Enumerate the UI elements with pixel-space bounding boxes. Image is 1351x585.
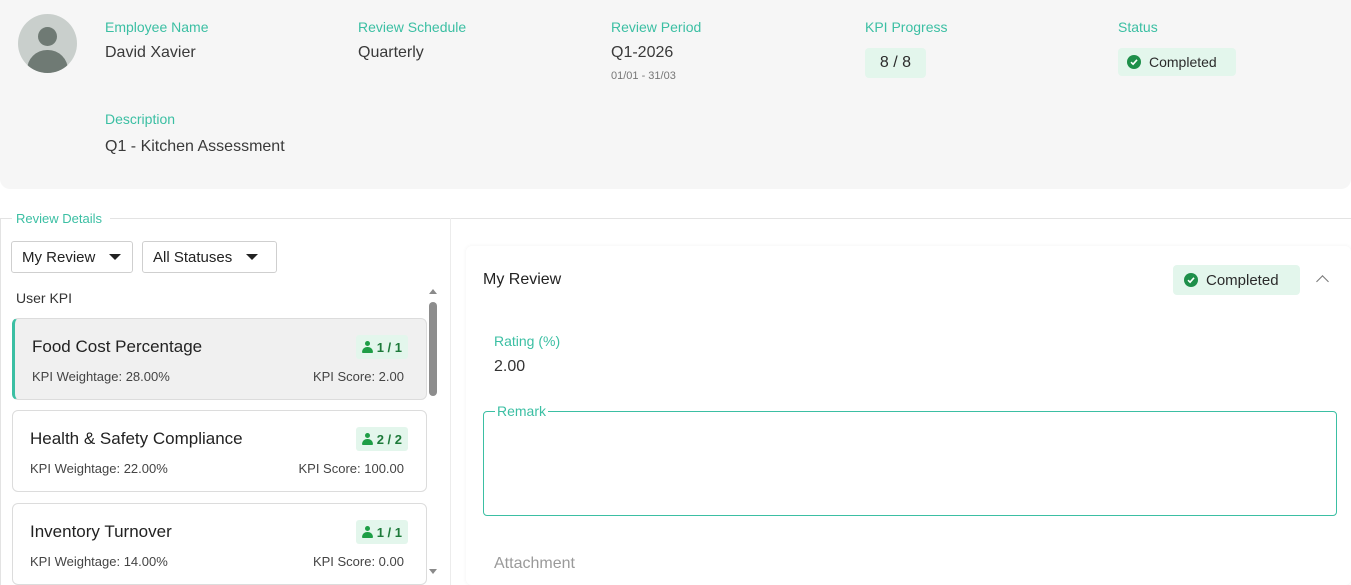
- review-period-label: Review Period: [611, 19, 702, 35]
- kpi-reviewer-badge: 1 / 1: [355, 335, 408, 359]
- kpi-weightage: KPI Weightage: 14.00%: [30, 554, 168, 569]
- rating-value: 2.00: [494, 358, 526, 375]
- kpi-name: Inventory Turnover: [30, 522, 172, 541]
- status-field: Status: [1118, 18, 1158, 36]
- remark-label: Remark: [495, 403, 549, 419]
- kpi-badge-count: 1 / 1: [376, 524, 402, 540]
- status-value: Completed: [1149, 54, 1217, 70]
- status-filter-dropdown[interactable]: All Statuses: [142, 241, 277, 273]
- review-header: Employee Name David Xavier Review Schedu…: [0, 0, 1351, 189]
- review-details-border: [0, 218, 12, 219]
- kpi-score: KPI Score: 2.00: [312, 369, 404, 384]
- kpi-weightage: KPI Weightage: 28.00%: [32, 369, 170, 384]
- scroll-up-arrow-icon[interactable]: [429, 289, 437, 294]
- kpi-reviewer-badge: 1 / 1: [355, 520, 408, 544]
- user-icon: [361, 433, 373, 445]
- kpi-card-inventory-turnover[interactable]: Inventory Turnover 1 / 1 KPI Weightage: …: [12, 503, 427, 585]
- review-filter-value: My Review: [22, 248, 96, 266]
- check-circle-icon: [1127, 55, 1141, 69]
- review-schedule-field: Review Schedule Quarterly: [358, 18, 466, 64]
- kpi-weightage: KPI Weightage: 22.00%: [30, 461, 168, 476]
- kpi-progress-field: KPI Progress: [865, 18, 947, 36]
- kpi-score: KPI Score: 100.00: [298, 461, 404, 476]
- remark-field[interactable]: [483, 411, 1337, 516]
- review-filter-dropdown[interactable]: My Review: [11, 241, 133, 273]
- my-review-status: Completed: [1206, 271, 1279, 289]
- review-period: Q1-2026: [611, 44, 674, 61]
- my-review-title: My Review: [483, 271, 562, 288]
- kpi-name: Food Cost Percentage: [32, 337, 203, 356]
- user-icon: [361, 341, 373, 353]
- review-schedule-label: Review Schedule: [358, 19, 467, 35]
- status-badge: Completed: [1118, 48, 1236, 76]
- scroll-down-arrow-icon[interactable]: [429, 569, 437, 574]
- caret-down-icon: [109, 254, 122, 260]
- employee-name-field: Employee Name David Xavier: [105, 18, 209, 64]
- review-details-border: [0, 218, 1, 585]
- kpi-name: Health & Safety Compliance: [30, 429, 243, 448]
- description-value: Q1 - Kitchen Assessment: [105, 138, 285, 155]
- status-label: Status: [1118, 19, 1158, 35]
- status-filter-value: All Statuses: [153, 248, 233, 266]
- review-period-field: Review Period Q1-2026 01/01 - 31/03: [611, 18, 701, 82]
- kpi-progress-label: KPI Progress: [865, 19, 948, 35]
- employee-name: David Xavier: [105, 44, 196, 61]
- review-schedule: Quarterly: [358, 44, 424, 61]
- review-period-range: 01/01 - 31/03: [611, 70, 676, 82]
- user-kpi-heading: User KPI: [16, 290, 73, 306]
- kpi-progress-badge: 8 / 8: [865, 48, 926, 78]
- my-review-status-badge: Completed: [1173, 265, 1300, 295]
- review-details-legend: Review Details: [14, 211, 104, 226]
- kpi-progress-value: 8 / 8: [879, 54, 912, 71]
- kpi-reviewer-badge: 2 / 2: [355, 427, 408, 451]
- employee-name-label: Employee Name: [105, 19, 209, 35]
- user-icon: [361, 526, 373, 538]
- description-label: Description: [105, 111, 176, 127]
- caret-down-icon: [246, 254, 259, 260]
- scrollbar-thumb[interactable]: [429, 302, 437, 396]
- check-circle-icon: [1184, 273, 1198, 287]
- kpi-badge-count: 2 / 2: [376, 431, 402, 447]
- attachment-label: Attachment: [494, 555, 575, 572]
- kpi-card-health-safety[interactable]: Health & Safety Compliance 2 / 2 KPI Wei…: [12, 410, 427, 492]
- review-details-border: [110, 218, 1351, 219]
- kpi-badge-count: 1 / 1: [376, 339, 402, 355]
- panel-divider: [450, 218, 451, 585]
- rating-label: Rating (%): [494, 333, 561, 349]
- description-field: Description Q1 - Kitchen Assessment: [105, 110, 285, 158]
- avatar: [18, 14, 77, 73]
- kpi-score: KPI Score: 0.00: [312, 554, 404, 569]
- kpi-card-food-cost[interactable]: Food Cost Percentage 1 / 1 KPI Weightage…: [12, 318, 427, 400]
